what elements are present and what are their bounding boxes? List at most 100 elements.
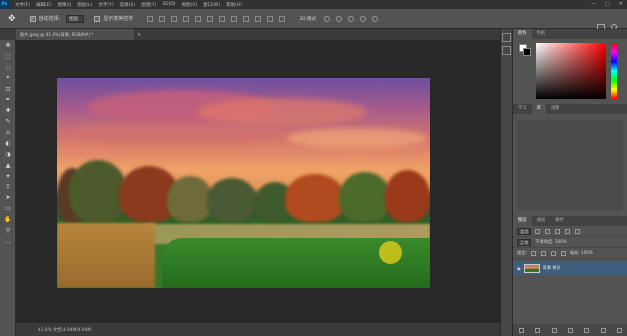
lock-all-icon[interactable] <box>560 250 566 256</box>
filter-pixel-icon[interactable] <box>535 228 541 234</box>
panel-background-swatch[interactable] <box>523 48 531 56</box>
document-tab[interactable]: 图片.jpeg @ 41.4%(背景, RGB/8#) * <box>16 29 134 40</box>
fill-control[interactable]: 填充: 100% <box>570 250 593 256</box>
layer-style-icon[interactable] <box>535 327 541 333</box>
lock-position-icon[interactable] <box>550 250 556 256</box>
canvas-workspace[interactable] <box>16 40 500 322</box>
tab-layers[interactable]: 图层 <box>513 216 532 226</box>
filter-smart-object-icon[interactable] <box>575 228 581 234</box>
eyedropper-tool[interactable]: ✒ <box>0 94 16 105</box>
menu-layer[interactable]: 图层(L) <box>77 2 92 8</box>
transform-controls-option[interactable]: 显示变换控件 <box>94 15 133 22</box>
dodge-tool[interactable]: ✦ <box>0 171 16 182</box>
auto-select-checkbox[interactable]: ✓ <box>29 15 36 22</box>
align-hcenter-icon[interactable] <box>195 15 202 22</box>
layer-filter-dropdown[interactable]: 类型 <box>517 227 532 235</box>
new-group-icon[interactable] <box>584 327 590 333</box>
distribute-bottom-icon[interactable] <box>243 15 250 22</box>
align-top-icon[interactable] <box>147 15 154 22</box>
hue-slider[interactable] <box>611 43 617 99</box>
type-tool[interactable]: T <box>0 182 16 193</box>
menu-filter[interactable]: 滤镜(T) <box>141 2 156 8</box>
history-brush-tool[interactable]: ◐ <box>0 138 16 149</box>
transform-controls-checkbox[interactable] <box>94 15 101 22</box>
tab-libraries[interactable]: 库 <box>531 104 546 114</box>
zoom-tool[interactable]: ⚲ <box>0 225 16 236</box>
3d-scale-icon[interactable] <box>371 15 378 22</box>
delete-layer-icon[interactable] <box>617 327 623 333</box>
more-tools[interactable]: … <box>0 236 16 247</box>
menu-3d[interactable]: 3D(D) <box>162 2 175 7</box>
minimize-button[interactable]: — <box>591 1 596 7</box>
auto-select-option[interactable]: ✓ 自动选择: <box>29 15 60 22</box>
align-bottom-icon[interactable] <box>171 15 178 22</box>
opacity-control[interactable]: 不透明度: 100% <box>535 239 566 245</box>
distribute-right-icon[interactable] <box>279 15 286 22</box>
link-layers-icon[interactable] <box>518 327 524 333</box>
gradient-tool[interactable]: ▲ <box>0 160 16 171</box>
brush-tool[interactable]: ✎ <box>0 116 16 127</box>
maximize-button[interactable]: □ <box>605 1 610 7</box>
move-tool[interactable]: ✥ <box>0 40 16 51</box>
tab-color[interactable]: 颜色 <box>513 29 532 39</box>
layer-name[interactable]: 背景 拷贝 <box>543 265 561 271</box>
healing-brush-tool[interactable]: ✚ <box>0 105 16 116</box>
tab-adjustments[interactable]: 调整 <box>546 104 565 114</box>
layer-row[interactable]: ◉ 背景 拷贝 <box>513 261 627 275</box>
hand-tool[interactable]: ✋ <box>0 214 16 225</box>
history-panel-icon[interactable] <box>502 33 511 42</box>
align-right-icon[interactable] <box>207 15 214 22</box>
marquee-tool[interactable]: ⬚ <box>0 51 16 62</box>
close-button[interactable]: ✕ <box>619 1 623 7</box>
distribute-top-icon[interactable] <box>219 15 226 22</box>
eraser-tool[interactable]: ◑ <box>0 149 16 160</box>
adjustment-layer-icon[interactable] <box>567 327 573 333</box>
new-layer-icon[interactable] <box>600 327 606 333</box>
lasso-tool[interactable]: ◌ <box>0 62 16 73</box>
color-picker-field[interactable] <box>536 43 606 99</box>
rectangle-tool[interactable]: ▭ <box>0 203 16 214</box>
filter-shape-icon[interactable] <box>565 228 571 234</box>
distribute-vcenter-icon[interactable] <box>231 15 238 22</box>
filter-adjustment-icon[interactable] <box>545 228 551 234</box>
align-left-icon[interactable] <box>183 15 190 22</box>
menu-window[interactable]: 窗口(W) <box>203 2 220 8</box>
add-mask-icon[interactable] <box>551 327 557 333</box>
filter-type-icon[interactable] <box>555 228 561 234</box>
menu-file[interactable]: 文件(F) <box>15 2 30 8</box>
3d-slide-icon[interactable] <box>359 15 366 22</box>
distribute-hcenter-icon[interactable] <box>267 15 274 22</box>
clone-stamp-tool[interactable]: ⌂ <box>0 127 16 138</box>
menu-image[interactable]: 图像(I) <box>57 2 71 8</box>
tab-close-icon[interactable]: × <box>137 32 141 38</box>
layer-thumbnail <box>523 263 540 273</box>
blend-mode-dropdown[interactable]: 正常 <box>517 238 532 246</box>
properties-panel-icon[interactable] <box>502 46 511 55</box>
tab-learn[interactable]: 学习 <box>513 104 532 114</box>
tab-channels[interactable]: 通道 <box>532 216 551 226</box>
auto-select-dropdown[interactable]: 图层 <box>66 14 85 23</box>
status-bar: 41.4% 文档:4.94M/4.94M <box>16 322 500 336</box>
menu-help[interactable]: 帮助(H) <box>226 2 242 8</box>
3d-drag-icon[interactable] <box>347 15 354 22</box>
menu-type[interactable]: 文字(Y) <box>98 2 113 8</box>
path-selection-tool[interactable]: ➤ <box>0 192 16 203</box>
align-vcenter-icon[interactable] <box>159 15 166 22</box>
document-image[interactable] <box>57 78 430 288</box>
visibility-eye-icon[interactable]: ◉ <box>517 266 521 271</box>
lock-transparency-icon[interactable] <box>530 250 536 256</box>
tab-paths[interactable]: 路径 <box>550 216 569 226</box>
lock-pixels-icon[interactable] <box>540 250 546 256</box>
menu-edit[interactable]: 编辑(E) <box>36 2 51 8</box>
menu-view[interactable]: 视图(V) <box>182 2 198 8</box>
3d-roll-icon[interactable] <box>335 15 342 22</box>
distribute-left-icon[interactable] <box>255 15 262 22</box>
move-tool-icon[interactable]: ✥ <box>8 14 16 24</box>
golden-grass <box>57 223 155 288</box>
tab-swatches[interactable]: 色板 <box>532 29 551 39</box>
3d-rotate-icon[interactable] <box>323 15 330 22</box>
crop-tool[interactable]: ⊡ <box>0 84 16 95</box>
quick-select-tool[interactable]: ⌖ <box>0 73 16 84</box>
transform-controls-label: 显示变换控件 <box>103 16 134 22</box>
menu-select[interactable]: 选择(S) <box>120 2 135 8</box>
